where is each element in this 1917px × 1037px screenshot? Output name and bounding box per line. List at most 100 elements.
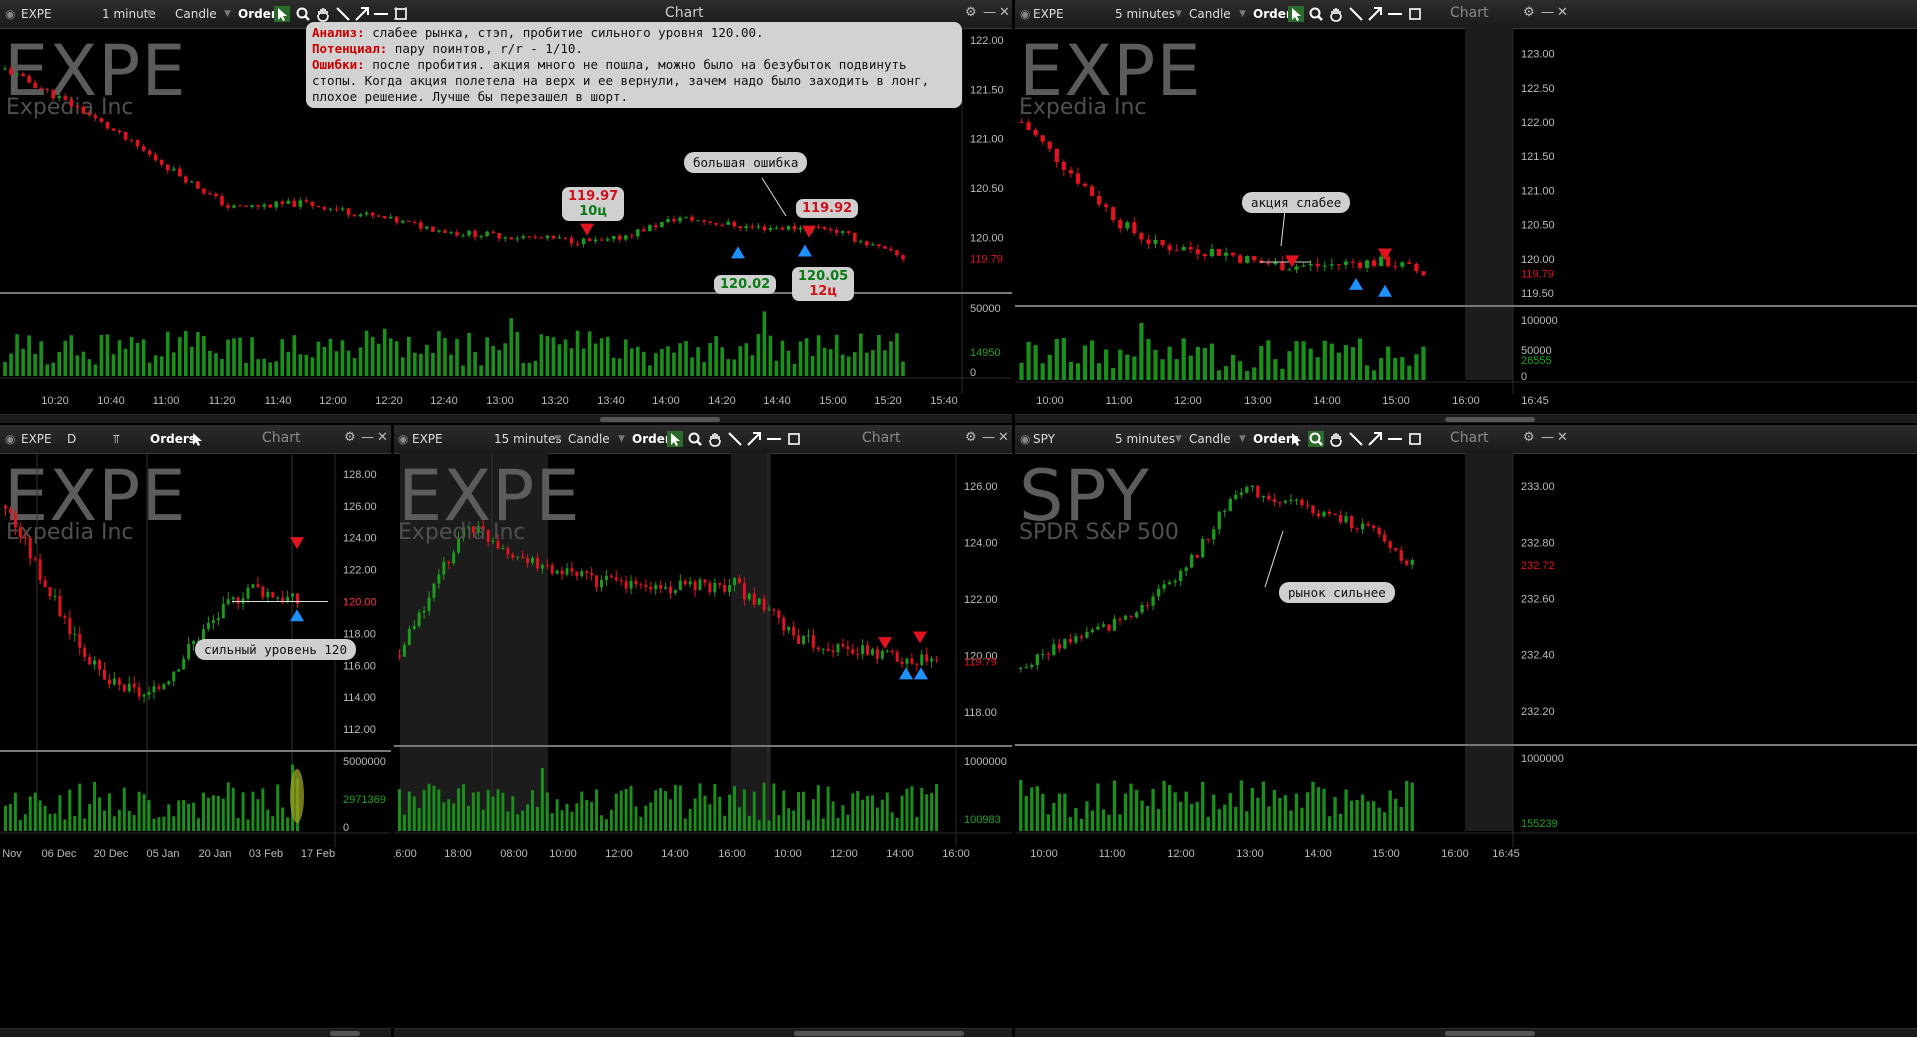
hand-icon[interactable] [1328, 431, 1344, 447]
symbol-field[interactable]: EXPE [412, 432, 443, 446]
arrow-tool-icon[interactable] [746, 431, 762, 447]
hline-tool-icon[interactable] [373, 6, 389, 22]
minimize-icon[interactable]: — [1541, 430, 1554, 445]
close-icon[interactable]: ✕ [1557, 5, 1568, 20]
chart-type-select[interactable]: Candle [175, 7, 217, 21]
chevron-down-icon[interactable]: ▼ [618, 434, 625, 444]
candle-body [744, 226, 749, 229]
volume-bar [117, 809, 121, 831]
symbol-field[interactable]: EXPE [1033, 7, 1064, 21]
line-tool-icon[interactable] [727, 431, 743, 447]
candle-type-icon[interactable]: ⫪ [113, 432, 120, 447]
rect-tool-icon[interactable] [393, 6, 409, 22]
rect-tool-icon[interactable] [1407, 431, 1423, 447]
zoom-icon[interactable] [1308, 431, 1324, 447]
toolbar-dot-icon[interactable]: ◉ [1020, 7, 1030, 21]
zoom-icon[interactable] [1308, 6, 1324, 22]
horizontal-scrollbar[interactable] [394, 1028, 1012, 1037]
symbol-field[interactable]: EXPE [21, 432, 52, 446]
settings-icon[interactable]: ⚙ [1523, 5, 1535, 20]
interval-select[interactable]: 15 minutes [494, 432, 562, 446]
toolbar-dot-icon[interactable]: ◉ [1020, 432, 1030, 446]
arrow-tool-icon[interactable] [1367, 6, 1383, 22]
volume-bar [274, 361, 279, 376]
rect-tool-icon[interactable] [786, 431, 802, 447]
candle-body [417, 612, 421, 627]
close-icon[interactable]: ✕ [377, 430, 388, 445]
chevron-down-icon[interactable]: ▼ [1175, 9, 1182, 19]
time-tick-label: 16:00 [1441, 848, 1469, 860]
toolbar-dot-icon[interactable]: ◉ [398, 432, 408, 446]
chart-canvas[interactable]: 123.00 122.50 122.00 121.50 121.00 120.50 120.… [1015, 28, 1917, 423]
zoom-icon[interactable] [295, 6, 311, 22]
chevron-down-icon[interactable]: ▼ [224, 9, 231, 19]
close-icon[interactable]: ✕ [999, 5, 1010, 20]
cursor-icon[interactable] [667, 431, 683, 447]
horizontal-scrollbar[interactable] [1015, 414, 1917, 423]
chevron-down-icon[interactable]: ▼ [1175, 434, 1182, 444]
hline-tool-icon[interactable] [1387, 431, 1403, 447]
cursor-icon[interactable] [1288, 431, 1304, 447]
chart-type-select[interactable]: Candle [1189, 432, 1231, 446]
chart-type-select[interactable]: Candle [568, 432, 610, 446]
scrollbar-thumb[interactable] [1445, 1031, 1535, 1036]
chart-type-select[interactable]: Candle [1189, 7, 1231, 21]
horizontal-scrollbar[interactable] [1015, 1028, 1917, 1037]
trade-price: 119.97 [568, 189, 619, 204]
settings-icon[interactable]: ⚙ [1523, 430, 1535, 445]
settings-icon[interactable]: ⚙ [965, 5, 977, 20]
volume-bar [202, 336, 206, 376]
volume-bar [251, 791, 255, 831]
horizontal-scrollbar[interactable] [0, 1028, 391, 1037]
chart-canvas[interactable]: 128.00126.00124.00122.00120.00118.00116.… [0, 453, 391, 1037]
settings-icon[interactable]: ⚙ [344, 430, 356, 445]
chevron-down-icon[interactable]: ▼ [1239, 9, 1246, 19]
volume-bar [816, 785, 820, 831]
scrollbar-thumb[interactable] [794, 1031, 964, 1036]
interval-select[interactable]: D [67, 432, 76, 446]
hline-tool-icon[interactable] [766, 431, 782, 447]
line-tool-icon[interactable] [1348, 431, 1364, 447]
volume-bar [545, 792, 549, 831]
interval-select[interactable]: 5 minutes [1115, 7, 1175, 21]
arrow-tool-icon[interactable] [1367, 431, 1383, 447]
close-icon[interactable]: ✕ [998, 430, 1009, 445]
chart-canvas[interactable]: 233.00 232.80 232.60 232.40 232.20 232.72 1000… [1015, 453, 1917, 1037]
scrollbar-thumb[interactable] [1445, 417, 1535, 422]
scrollbar-thumb[interactable] [600, 417, 720, 422]
volume-bar [491, 796, 495, 831]
hand-icon[interactable] [315, 6, 331, 22]
line-tool-icon[interactable] [1348, 6, 1364, 22]
cursor-icon[interactable] [1288, 6, 1304, 22]
scrollbar-thumb[interactable] [330, 1031, 360, 1036]
toolbar-dot-icon[interactable]: ◉ [5, 432, 15, 446]
minimize-icon[interactable]: — [361, 430, 374, 445]
minimize-icon[interactable]: — [1541, 5, 1554, 20]
interval-select[interactable]: 5 minutes [1115, 432, 1175, 446]
hand-icon[interactable] [1328, 6, 1344, 22]
toolbar-dot-icon[interactable]: ◉ [5, 7, 15, 21]
rect-tool-icon[interactable] [1407, 6, 1423, 22]
minimize-icon[interactable]: — [983, 5, 996, 20]
hline-tool-icon[interactable] [1387, 6, 1403, 22]
symbol-field[interactable]: SPY [1033, 432, 1055, 446]
cursor-icon[interactable] [274, 6, 290, 22]
arrow-tool-icon[interactable] [354, 6, 370, 22]
candle-body [792, 626, 796, 636]
volume-bar [81, 351, 86, 376]
volume-bar [1400, 357, 1405, 380]
settings-icon[interactable]: ⚙ [965, 430, 977, 445]
chevron-down-icon[interactable]: ▼ [554, 434, 561, 444]
cursor-icon[interactable] [189, 431, 205, 447]
volume-bar [1024, 795, 1028, 831]
zoom-icon[interactable] [687, 431, 703, 447]
hand-icon[interactable] [707, 431, 723, 447]
close-icon[interactable]: ✕ [1557, 430, 1568, 445]
chevron-down-icon[interactable]: ▼ [1239, 434, 1246, 444]
line-tool-icon[interactable] [335, 6, 351, 22]
volume-bar [787, 808, 791, 831]
horizontal-scrollbar[interactable] [0, 414, 1012, 423]
chevron-down-icon[interactable]: ▼ [146, 9, 153, 19]
minimize-icon[interactable]: — [982, 430, 995, 445]
symbol-field[interactable]: EXPE [21, 7, 52, 21]
